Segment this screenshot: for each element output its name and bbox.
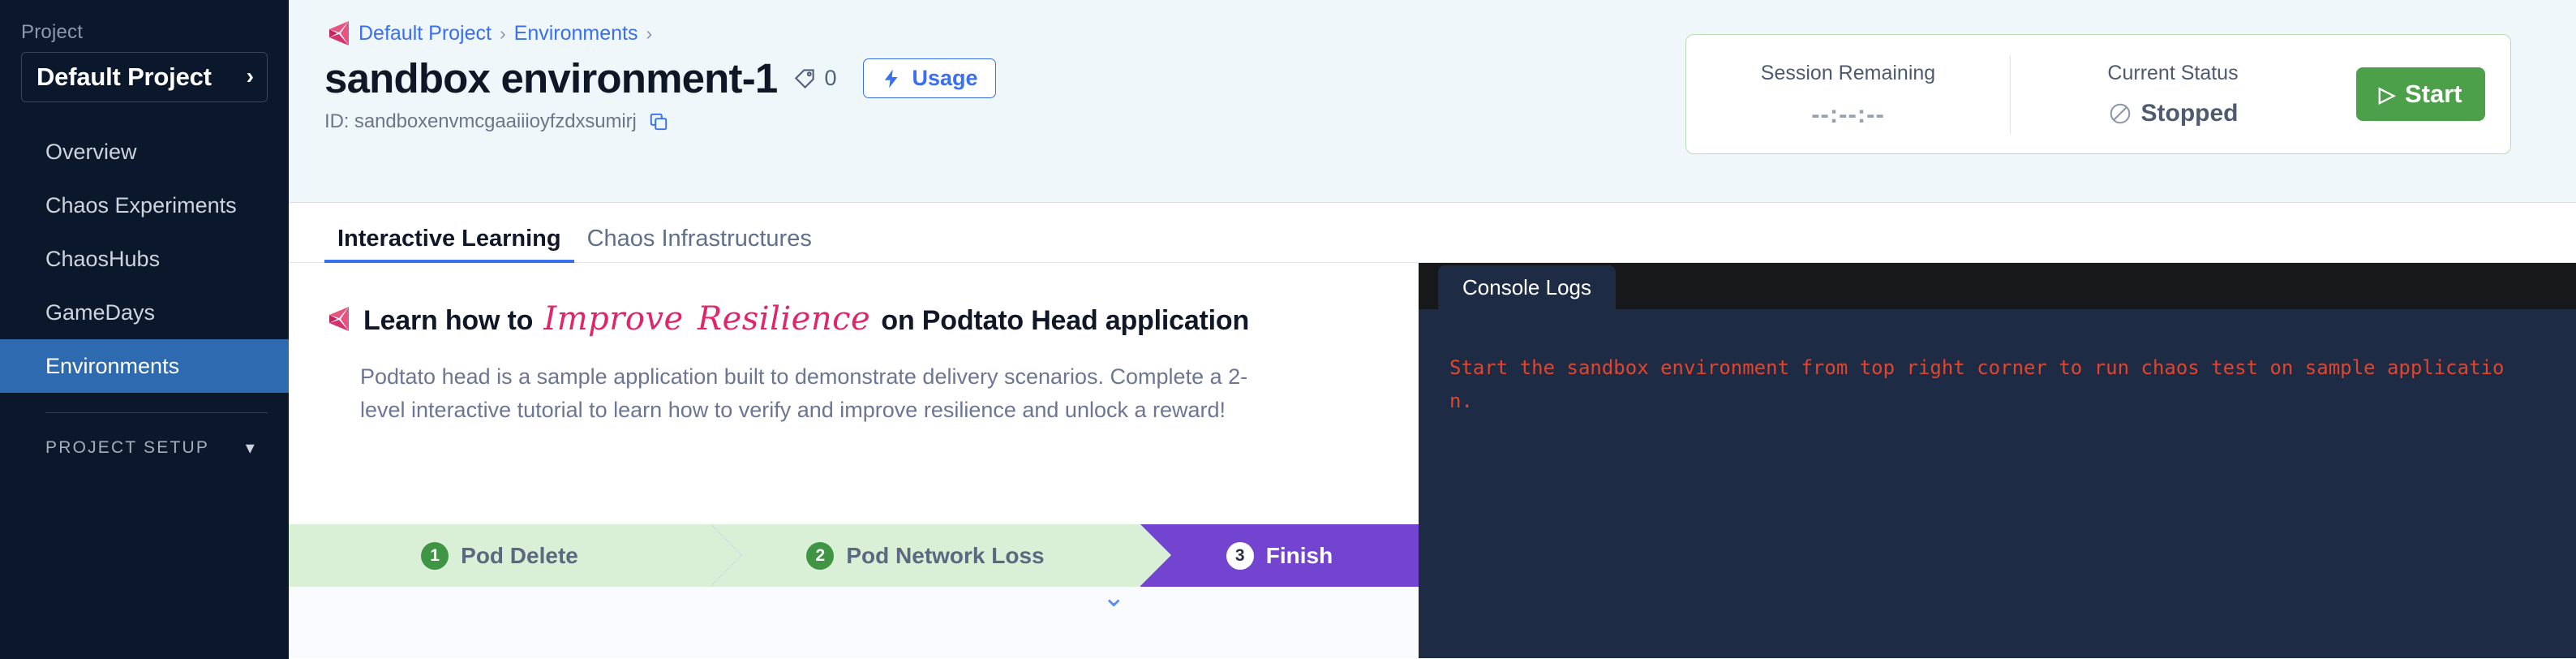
sidebar-section-label: Project [0,21,289,52]
sidebar-item-label: GameDays [45,300,155,325]
tutorial-step-bar: 1 Pod Delete 2 Pod Network Loss 3 Finish [289,524,1419,587]
sidebar-item-gamedays[interactable]: GameDays [0,286,289,339]
sidebar-item-environments[interactable]: Environments [0,339,289,393]
harness-logo-icon [324,305,350,333]
environment-id: ID: sandboxenvmcgaaiiioyfzdxsumirj [324,110,637,133]
sidebar-item-chaos-experiments[interactable]: Chaos Experiments [0,179,289,232]
sidebar-project-setup-label: PROJECT SETUP [45,438,209,458]
project-selector[interactable]: Default Project › [21,52,268,102]
sidebar-item-label: Environments [45,354,179,379]
breadcrumb-item-environments[interactable]: Environments [514,22,638,45]
current-status-value: Stopped [2141,100,2239,127]
session-remaining-block: Session Remaining --:--:-- [1686,55,2011,135]
chevron-down-icon: ⌄ [1102,584,1126,611]
session-remaining-value: --:--:-- [1811,100,1885,129]
tag-icon [792,67,817,91]
tab-interactive-learning[interactable]: Interactive Learning [324,227,574,262]
chevron-right-icon: › [247,65,254,88]
console-panel: Console Logs Start the sandbox environme… [1419,263,2576,658]
step-label: Finish [1266,543,1333,569]
session-remaining-label: Session Remaining [1761,62,1935,85]
step-label: Pod Delete [461,543,578,569]
console-tab-bar: Console Logs [1419,263,2576,309]
console-log-text: Start the sandbox environment from top r… [1419,309,2527,418]
sidebar-item-label: ChaosHubs [45,247,160,272]
project-selector-label: Default Project [36,62,212,92]
sidebar-nav: Overview Chaos Experiments ChaosHubs Gam… [0,125,289,393]
current-status-block: Current Status Stopped [2011,35,2335,153]
sidebar-item-overview[interactable]: Overview [0,125,289,179]
page-header: Default Project › Environments › sandbox… [289,0,2576,203]
tag-count: 0 [824,66,836,91]
current-status-label: Current Status [2107,62,2238,85]
usage-button-label: Usage [912,66,978,91]
learning-title-suffix: on Podtato Head application [881,305,1249,336]
content-area: Default Project › Environments › sandbox… [289,0,2576,659]
copy-icon[interactable] [648,111,669,132]
step-label: Pod Network Loss [846,543,1044,569]
breadcrumb-item-project[interactable]: Default Project [358,22,492,45]
chevron-down-icon: ▾ [246,437,256,459]
usage-button[interactable]: Usage [863,58,996,98]
tag-indicator[interactable]: 0 [792,66,836,91]
tab-label: Chaos Infrastructures [587,226,812,252]
body-split: Learn how to Improve Resilience on Podta… [289,263,2576,658]
tutorial-step-finish[interactable]: 3 Finish [1140,524,1419,587]
sidebar-project-setup[interactable]: PROJECT SETUP ▾ [0,437,289,459]
tutorial-step-pod-network-loss[interactable]: 2 Pod Network Loss [711,524,1140,587]
tab-console-logs[interactable]: Console Logs [1438,265,1616,309]
start-button-label: Start [2405,80,2462,109]
sidebar: Project Default Project › Overview Chaos… [0,0,289,659]
step-number-badge: 2 [806,542,834,570]
tutorial-step-pod-delete[interactable]: 1 Pod Delete [289,524,711,587]
breadcrumb-separator: › [500,23,506,45]
app-root: Project Default Project › Overview Chaos… [0,0,2576,659]
session-status-card: Session Remaining --:--:-- Current Statu… [1685,34,2511,154]
blocked-circle-icon [2108,101,2132,126]
tab-label: Interactive Learning [337,226,561,252]
start-button[interactable]: ▷ Start [2356,67,2485,121]
sidebar-divider [45,412,268,413]
status-badge: Stopped [2108,100,2239,127]
play-icon: ▷ [2379,84,2395,105]
sidebar-item-chaoshubs[interactable]: ChaosHubs [0,232,289,286]
sidebar-item-label: Overview [45,140,137,165]
harness-logo-icon [324,19,350,47]
step-number-badge: 1 [421,542,449,570]
interactive-learning-panel: Learn how to Improve Resilience on Podta… [289,263,1419,658]
learning-title: Learn how to Improve Resilience on Podta… [363,300,1249,338]
learning-heading-row: Learn how to Improve Resilience on Podta… [289,263,1419,338]
console-tab-label: Console Logs [1462,275,1591,300]
sidebar-item-label: Chaos Experiments [45,193,237,218]
step-number-badge: 3 [1226,542,1254,570]
page-title: sandbox environment-1 [324,57,777,101]
learning-title-prefix: Learn how to [363,305,533,336]
learning-title-script-improve: Improve [540,300,686,338]
lightning-bolt-icon [881,68,902,89]
tab-bar: Interactive Learning Chaos Infrastructur… [289,203,2576,263]
learning-description: Podtato head is a sample application bui… [360,360,1277,427]
breadcrumb-separator: › [646,23,653,45]
learning-panel-footer [289,587,1419,658]
learning-title-script-resilience: Resilience [694,300,874,338]
tab-chaos-infrastructures[interactable]: Chaos Infrastructures [574,227,825,262]
